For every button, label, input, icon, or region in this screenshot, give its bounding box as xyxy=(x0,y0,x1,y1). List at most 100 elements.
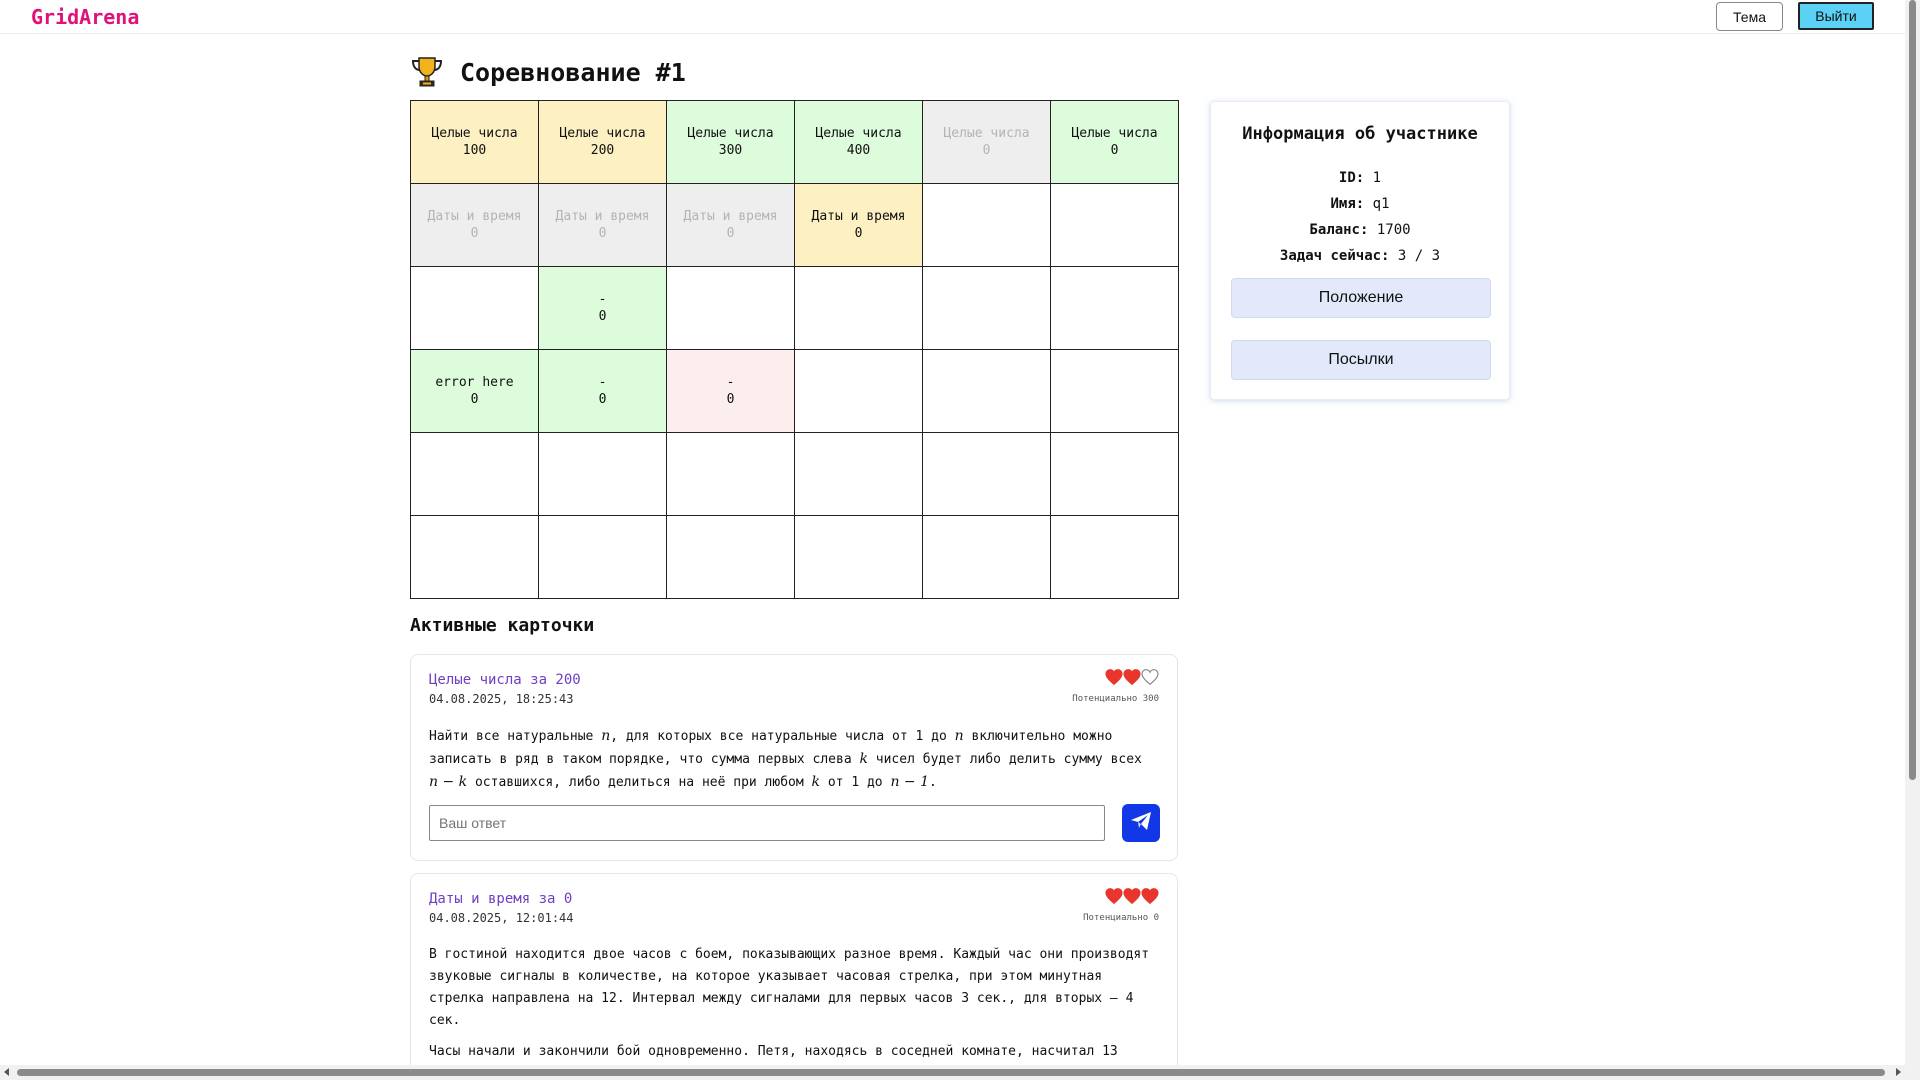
grid-cell[interactable]: -0 xyxy=(538,349,667,433)
participant-id-row: ID: 1 xyxy=(1338,170,1382,186)
card-title[interactable]: Целые числа за 200 xyxy=(429,672,581,688)
grid-cell[interactable] xyxy=(922,349,1051,433)
grid-cell-value: 0 xyxy=(598,392,607,407)
grid-cell[interactable]: Даты и время 0 xyxy=(410,183,539,267)
participant-tasks: 3 / 3 xyxy=(1397,248,1441,264)
grid-cell-value: 0 xyxy=(726,392,735,407)
grid-row: Даты и время 0 Даты и время 0 Даты и время 0 Д… xyxy=(410,183,1179,267)
logout-button[interactable]: Выйти xyxy=(1798,2,1874,30)
page-title: Соревнование #1 xyxy=(460,57,686,87)
grid-cell-category: - xyxy=(598,292,607,307)
grid-cell[interactable]: Целые числа 100 xyxy=(410,100,539,184)
card-title[interactable]: Даты и время за 0 xyxy=(429,891,572,907)
grid-cell[interactable] xyxy=(1050,183,1179,267)
top-bar: GridArena Тема Выйти xyxy=(0,0,1905,34)
grid-cell[interactable] xyxy=(666,266,795,350)
task-card: Целые числа за 200 04.08.2025, 18:25:43 … xyxy=(410,654,1178,861)
grid-cell-value: 400 xyxy=(846,143,871,158)
grid-cell[interactable] xyxy=(794,266,923,350)
answer-input[interactable] xyxy=(429,805,1105,841)
grid-cell[interactable] xyxy=(410,515,539,599)
grid-cell[interactable] xyxy=(410,432,539,516)
grid-cell-value: 100 xyxy=(462,143,487,158)
grid-cell[interactable] xyxy=(794,349,923,433)
grid-cell-category: - xyxy=(726,375,735,390)
grid-cell[interactable]: Даты и время 0 xyxy=(538,183,667,267)
grid-cell[interactable] xyxy=(794,515,923,599)
grid-cell[interactable] xyxy=(666,515,795,599)
grid-cell[interactable] xyxy=(538,432,667,516)
grid-row xyxy=(410,432,1179,516)
grid-cell-category: error here xyxy=(435,375,514,390)
vertical-scrollbar[interactable] xyxy=(1905,0,1920,1065)
card-statement: В гостиной находится двое часов с боем, … xyxy=(429,947,1150,1080)
heart-filled-icon xyxy=(1105,888,1123,908)
grid-cell[interactable]: Целые числа 200 xyxy=(538,100,667,184)
card-timestamp: 04.08.2025, 12:01:44 xyxy=(429,911,574,925)
grid-cell-value: 0 xyxy=(982,143,991,158)
logo[interactable]: GridArena xyxy=(31,5,139,29)
grid-cell-value: 0 xyxy=(598,226,607,241)
grid-cell[interactable] xyxy=(1050,515,1179,599)
participant-tasks-row: Задач сейчас: 3 / 3 xyxy=(1279,248,1441,264)
horizontal-scrollbar-thumb[interactable] xyxy=(17,1069,1885,1076)
grid-cell-value: 0 xyxy=(1110,143,1119,158)
grid-cell-category: Целые числа xyxy=(687,126,774,141)
grid-cell-category: Целые числа xyxy=(1071,126,1158,141)
paper-plane-icon xyxy=(1129,809,1153,837)
grid-cell-category: Даты и время xyxy=(555,209,650,224)
grid-cell-value: 0 xyxy=(470,226,479,241)
submissions-button[interactable]: Посылки xyxy=(1231,340,1491,380)
grid-cell[interactable] xyxy=(1050,266,1179,350)
scroll-right-icon[interactable] xyxy=(1896,1068,1901,1076)
grid-cell[interactable] xyxy=(1050,349,1179,433)
participant-balance-row: Баланс: 1700 xyxy=(1309,222,1411,238)
participant-balance: 1700 xyxy=(1376,222,1411,238)
grid-cell-value: 0 xyxy=(726,226,735,241)
grid-cell[interactable] xyxy=(1050,432,1179,516)
theme-button[interactable]: Тема xyxy=(1716,2,1783,31)
grid-cell-category: Целые числа xyxy=(431,126,518,141)
grid-cell[interactable]: error here 0 xyxy=(410,349,539,433)
grid-cell[interactable]: -0 xyxy=(666,349,795,433)
scroll-left-icon[interactable] xyxy=(4,1068,9,1076)
grid-cell[interactable]: -0 xyxy=(538,266,667,350)
grid-cell-category: Целые числа xyxy=(943,126,1030,141)
grid-cell[interactable] xyxy=(922,183,1051,267)
heart-filled-icon xyxy=(1123,888,1141,908)
participant-info-rows: ID: 1 Имя: q1 Баланс: 1700 Задач сейчас:… xyxy=(1211,165,1509,269)
card-timestamp: 04.08.2025, 18:25:43 xyxy=(429,692,574,706)
hearts-indicator xyxy=(1105,888,1159,908)
grid-cell[interactable] xyxy=(538,515,667,599)
heart-filled-icon xyxy=(1105,669,1123,689)
grid-cell-category: - xyxy=(598,375,607,390)
grid-row: -0 xyxy=(410,266,1179,350)
grid-cell[interactable]: Целые числа 0 xyxy=(1050,100,1179,184)
grid-cell-value: 0 xyxy=(854,226,863,241)
grid-cell-value: 300 xyxy=(718,143,743,158)
grid-cell[interactable]: Целые числа 0 xyxy=(922,100,1051,184)
grid-cell[interactable]: Даты и время 0 xyxy=(666,183,795,267)
grid-cell[interactable] xyxy=(922,515,1051,599)
card-statement: Найти все натуральные n, для которых все… xyxy=(429,728,1142,790)
grid-cell-value: 0 xyxy=(470,392,479,407)
grid-cell[interactable]: Даты и время 0 xyxy=(794,183,923,267)
horizontal-scrollbar[interactable] xyxy=(0,1065,1920,1080)
standings-button[interactable]: Положение xyxy=(1231,278,1491,318)
vertical-scrollbar-thumb[interactable] xyxy=(1909,0,1916,780)
grid-cell[interactable]: Целые числа 300 xyxy=(666,100,795,184)
grid-row: Целые числа 100 Целые числа 200 Целые числа 3… xyxy=(410,100,1179,184)
grid-cell[interactable] xyxy=(922,432,1051,516)
grid-cell[interactable] xyxy=(922,266,1051,350)
card-potential: Потенциально 0 xyxy=(1083,913,1159,923)
active-cards-title: Активные карточки xyxy=(410,615,595,636)
grid-cell[interactable] xyxy=(794,432,923,516)
grid-cell[interactable]: Целые числа 400 xyxy=(794,100,923,184)
send-answer-button[interactable] xyxy=(1122,804,1160,842)
grid-cell-category: Даты и время xyxy=(683,209,778,224)
heart-filled-icon xyxy=(1123,669,1141,689)
heart-filled-icon xyxy=(1141,888,1159,908)
grid-cell[interactable] xyxy=(410,266,539,350)
grid-cell[interactable] xyxy=(666,432,795,516)
participant-id: 1 xyxy=(1372,170,1382,186)
